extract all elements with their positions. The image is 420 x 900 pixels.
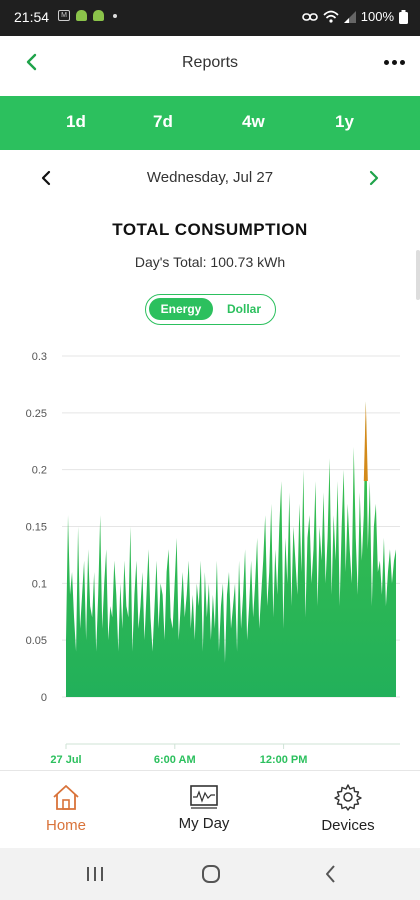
app-header: Reports — [0, 36, 420, 96]
tab-1y[interactable]: 1y — [335, 112, 354, 132]
recent-apps-button[interactable] — [82, 862, 108, 886]
system-navigation-bar — [0, 848, 420, 900]
signal-icon — [343, 10, 356, 23]
selected-date: Wednesday, Jul 27 — [146, 169, 274, 186]
nav-home-label: Home — [45, 817, 86, 834]
status-bar: 21:54 M 100% — [0, 0, 420, 36]
y-tick-label: 0.1 — [32, 578, 47, 590]
y-tick-label: 0.3 — [32, 351, 47, 363]
status-system-icons: 100% — [301, 9, 408, 24]
nav-devices[interactable]: Devices — [288, 771, 408, 849]
more-options-button[interactable] — [382, 50, 406, 74]
status-time: 21:54 — [14, 9, 50, 25]
y-tick-label: 0.2 — [32, 465, 47, 477]
consumption-chart: 0 0.05 0.1 0.15 0.2 0.25 0.3 27 Jul 6:00 AM 12:00… — [0, 340, 420, 770]
consumption-title: TOTAL CONSUMPTION — [112, 220, 308, 239]
y-tick-label: 0 — [41, 692, 47, 704]
more-dots-icon — [399, 59, 405, 65]
x-tick-label: 6:00 AM — [154, 754, 196, 766]
unit-toggle: Energy Dollar — [145, 294, 276, 325]
android-icon — [76, 10, 87, 21]
notification-icon: M — [58, 10, 70, 21]
consumption-area — [66, 401, 396, 697]
peak-marker — [363, 401, 368, 482]
x-tick-label: 12:00 PM — [260, 754, 308, 766]
y-tick-label: 0.05 — [26, 635, 47, 647]
tab-4w[interactable]: 4w — [242, 112, 265, 132]
nav-my-day[interactable]: My Day — [144, 771, 264, 849]
more-notifications-icon — [113, 13, 117, 18]
dollar-toggle-button[interactable]: Dollar — [218, 298, 270, 320]
y-tick-label: 0.25 — [26, 408, 47, 420]
chart-svg: 0 0.05 0.1 0.15 0.2 0.25 0.3 27 Jul 6:00 AM 12:00… — [26, 351, 400, 766]
day-total: Day's Total: 100.73 kWh — [134, 254, 286, 270]
link-icon — [301, 12, 318, 21]
more-dots-icon — [391, 59, 397, 65]
wifi-icon — [323, 10, 339, 23]
x-tick-label: 27 Jul — [50, 754, 81, 766]
range-tabs: 1d 7d 4w 1y — [0, 96, 420, 150]
gear-icon — [334, 784, 362, 811]
nav-devices-label: Devices — [321, 817, 375, 834]
tab-1d[interactable]: 1d — [66, 112, 86, 132]
chevron-right-icon — [369, 170, 379, 186]
date-navigator: Wednesday, Jul 27 — [0, 160, 420, 196]
page-title: Reports — [181, 54, 239, 71]
next-day-button[interactable] — [364, 168, 384, 188]
energy-toggle-button[interactable]: Energy — [149, 298, 213, 320]
home-system-button[interactable] — [198, 862, 224, 886]
activity-chart-icon — [190, 785, 218, 809]
battery-icon — [399, 9, 408, 24]
tab-7d[interactable]: 7d — [153, 112, 173, 132]
battery-level: 100% — [360, 9, 394, 24]
nav-home[interactable]: Home — [6, 771, 126, 849]
nav-my-day-label: My Day — [178, 815, 230, 832]
android-icon — [93, 10, 104, 21]
back-system-button[interactable] — [318, 862, 344, 886]
status-notification-icons: M — [58, 10, 117, 21]
more-dots-icon — [383, 59, 389, 65]
home-icon — [53, 785, 79, 810]
scroll-indicator — [416, 250, 420, 300]
bottom-navigation: Home My Day Devices — [0, 770, 420, 848]
y-tick-label: 0.15 — [26, 522, 47, 534]
